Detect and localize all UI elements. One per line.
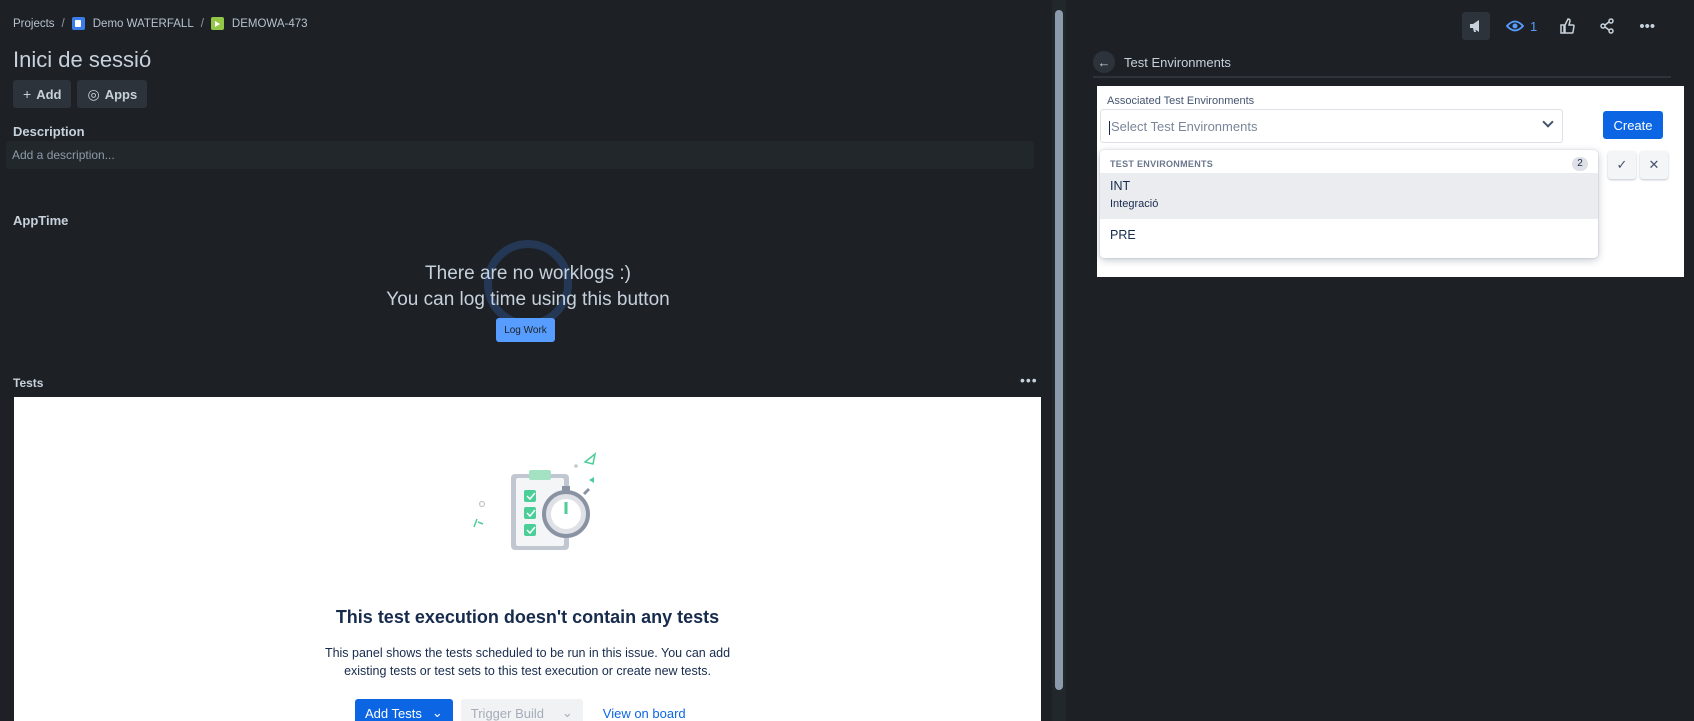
issue-side-panel: 1 ••• ← Test Environments Associated Tes… xyxy=(1066,0,1694,721)
issue-title[interactable]: Inici de sessió xyxy=(13,47,151,73)
tests-empty-line-2: existing tests or test sets to this test… xyxy=(344,664,711,678)
test-environments-card: Associated Test Environments Select Test… xyxy=(1097,86,1684,277)
eye-icon xyxy=(1506,20,1524,32)
tests-empty-title: This test execution doesn't contain any … xyxy=(335,607,720,627)
breadcrumb-separator: / xyxy=(200,17,204,30)
option-name: INT xyxy=(1110,179,1131,193)
chevron-down-icon: ⌄ xyxy=(561,705,573,720)
back-arrow-icon[interactable]: ← xyxy=(1093,51,1115,73)
breadcrumb-projects[interactable]: Projects xyxy=(13,18,55,30)
dropdown-count-badge: 2 xyxy=(1572,157,1588,171)
megaphone-icon[interactable] xyxy=(1462,12,1490,40)
associated-environments-label: Associated Test Environments xyxy=(1107,95,1255,107)
apps-button-label: Apps xyxy=(104,86,138,102)
more-actions-icon[interactable]: ••• xyxy=(1633,12,1661,40)
main-scrollbar[interactable] xyxy=(1052,0,1066,721)
chevron-down-icon[interactable] xyxy=(1542,116,1554,128)
share-icon[interactable] xyxy=(1593,12,1621,40)
create-environment-button[interactable]: Create xyxy=(1603,111,1663,139)
tests-empty-line-1: This panel shows the tests scheduled to … xyxy=(324,646,731,660)
breadcrumb-separator: / xyxy=(61,17,65,30)
trigger-build-button[interactable]: Trigger Build ⌄ xyxy=(460,699,583,721)
panel-header: ← Test Environments xyxy=(1093,48,1671,78)
confirm-check-icon[interactable]: ✓ xyxy=(1608,151,1636,179)
environments-dropdown: TEST ENVIRONMENTS 2 INT Integració PRE xyxy=(1100,150,1598,258)
clipboard-stopwatch-illustration xyxy=(473,452,597,550)
dropdown-option-pre[interactable]: PRE xyxy=(1100,219,1598,251)
dropdown-option-int[interactable]: INT Integració xyxy=(1100,173,1598,219)
project-icon xyxy=(71,17,85,30)
cancel-close-icon[interactable]: ✕ xyxy=(1640,151,1668,179)
test-environments-select[interactable]: Select Test Environments xyxy=(1100,109,1563,143)
issue-main-pane: Projects / Demo WATERFALL / DEMOWA-473 I… xyxy=(0,0,1052,721)
issue-top-actions: 1 ••• xyxy=(1462,12,1661,40)
add-tests-button[interactable]: Add Tests ⌄ xyxy=(355,699,453,721)
view-on-board-link[interactable]: View on board xyxy=(603,706,686,721)
apps-icon: ◎ xyxy=(87,85,100,102)
scrollbar-thumb[interactable] xyxy=(1055,10,1063,690)
tests-actions: Add Tests ⌄ Trigger Build ⌄ View on boar… xyxy=(355,699,686,721)
tests-empty-description: This panel shows the tests scheduled to … xyxy=(14,644,1041,680)
tests-more-menu[interactable]: ••• xyxy=(1020,372,1038,388)
option-description: Integració xyxy=(1110,198,1159,210)
tests-panel: This test execution doesn't contain any … xyxy=(14,397,1041,721)
trigger-build-label: Trigger Build xyxy=(470,705,544,721)
worklog-empty-line-1: There are no worklogs :) xyxy=(425,263,631,284)
apptime-label: AppTime xyxy=(13,213,69,228)
log-work-button[interactable]: Log Work xyxy=(496,318,555,342)
chevron-down-icon: ⌄ xyxy=(431,705,443,720)
tests-label: Tests xyxy=(13,376,44,390)
description-label: Description xyxy=(13,124,85,139)
panel-title: Test Environments xyxy=(1124,54,1231,70)
breadcrumb-project[interactable]: Demo WATERFALL xyxy=(93,18,194,30)
watch-count: 1 xyxy=(1530,18,1538,34)
add-button-label: Add xyxy=(36,86,62,102)
breadcrumb: Projects / Demo WATERFALL / DEMOWA-473 xyxy=(13,17,308,30)
thumbs-up-icon[interactable] xyxy=(1553,12,1581,40)
test-execution-icon xyxy=(210,17,224,30)
apps-button[interactable]: ◎ Apps xyxy=(77,80,148,108)
worklog-empty-line-2: You can log time using this button xyxy=(386,289,670,310)
plus-icon: + xyxy=(23,86,32,102)
add-button[interactable]: + Add xyxy=(13,80,72,108)
option-name: PRE xyxy=(1110,228,1136,242)
watch-button[interactable]: 1 xyxy=(1502,12,1541,40)
add-tests-label: Add Tests xyxy=(365,705,422,721)
worklog-empty-state: There are no worklogs :) You can log tim… xyxy=(328,240,728,350)
dropdown-group-heading: TEST ENVIRONMENTS xyxy=(1110,159,1214,169)
issue-action-row: + Add ◎ Apps xyxy=(13,80,148,108)
text-cursor xyxy=(1109,120,1110,135)
breadcrumb-issue-key[interactable]: DEMOWA-473 xyxy=(232,18,308,30)
select-placeholder: Select Test Environments xyxy=(1111,119,1258,134)
description-field[interactable]: Add a description... xyxy=(6,141,1034,169)
